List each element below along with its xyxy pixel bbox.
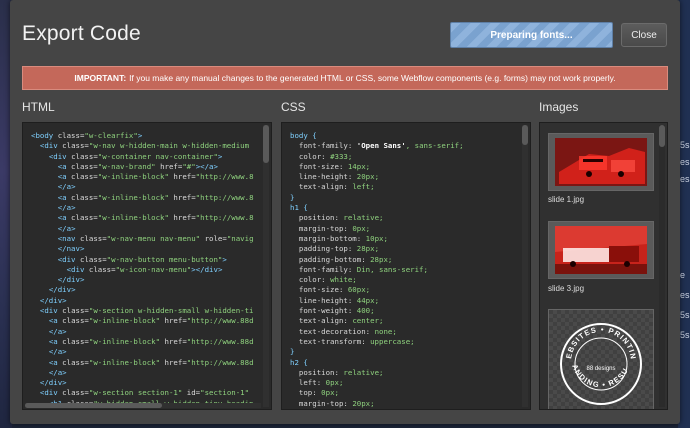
html-code-line: <a class="w-inline-block" href="http://w… (48, 316, 254, 326)
slide-1-image (549, 134, 653, 190)
css-code-line: text-align: left; (298, 182, 375, 192)
warning-text: If you make any manual changes to the ge… (129, 73, 616, 83)
html-code-line: <a class="w-inline-block" href="http://w… (57, 172, 254, 182)
html-horizontal-scrollbar[interactable] (25, 403, 261, 408)
background-text: es (680, 157, 690, 167)
html-vertical-scrollbar[interactable] (263, 125, 269, 407)
export-code-dialog: Export Code Preparing fonts... Close IMP… (10, 0, 680, 424)
css-code-line: text-decoration: none; (298, 326, 397, 336)
image-thumbnail-slide-3[interactable] (548, 221, 654, 279)
html-scroll-thumb[interactable] (263, 125, 269, 163)
css-code-line: padding-top: 28px; (298, 244, 380, 254)
images-panel[interactable]: slide 1.jpg slide 3.jpg EBSITES • PRINTI… (539, 122, 668, 410)
css-code-panel[interactable]: body { font-family: 'Open Sans', sans-se… (281, 122, 531, 410)
html-code-line: <a class="w-nav-brand" href="#"></a> (57, 161, 218, 171)
html-code-line: </a> (57, 182, 76, 192)
css-code-line: line-height: 20px; (298, 172, 380, 182)
html-code-text[interactable]: <body class="w-clearfix"> <div class="w-… (31, 131, 259, 410)
html-code-panel[interactable]: <body class="w-clearfix"> <div class="w-… (22, 122, 272, 410)
css-column-label: CSS (281, 100, 306, 114)
css-code-line: } (290, 192, 295, 202)
css-code-line: font-size: 14px; (298, 161, 371, 171)
css-code-line: font-weight: 400; (298, 306, 375, 316)
88-designs-logo-image: WEBSITES • PRINTING BRANDING • RESULTS 8… (545, 303, 653, 409)
html-code-line: </div> (57, 275, 85, 285)
image-caption-slide-1: slide 1.jpg (548, 195, 585, 204)
css-scroll-thumb[interactable] (522, 125, 528, 145)
html-hscroll-thumb[interactable] (25, 403, 162, 408)
css-code-line: top: 0px; (298, 388, 339, 398)
html-code-line: </a> (57, 223, 76, 233)
images-scroll-thumb[interactable] (659, 125, 665, 147)
background-text: 5s (680, 140, 690, 150)
css-code-line: font-family: 'Open Sans', sans-serif; (298, 141, 464, 151)
css-code-line: color: white; (298, 275, 357, 285)
css-code-text[interactable]: body { font-family: 'Open Sans', sans-se… (290, 131, 518, 410)
css-code-line: font-size: 60px; (298, 285, 371, 295)
html-code-line: <nav class="w-nav-menu nav-menu" role="n… (57, 233, 254, 243)
html-code-line: <div class="w-section w-hidden-small w-h… (39, 306, 254, 316)
background-text: es (680, 174, 690, 184)
css-code-line: } (290, 347, 295, 357)
html-code-line: </div> (48, 285, 76, 295)
html-code-line: </a> (57, 203, 76, 213)
important-warning-banner: IMPORTANT: If you make any manual change… (22, 66, 668, 90)
css-code-line: text-align: center; (298, 316, 384, 326)
html-code-line: <div class="w-nav w-hidden-main w-hidden… (39, 141, 250, 151)
image-caption-slide-3: slide 3.jpg (548, 284, 585, 293)
html-code-line: </div> (39, 378, 67, 388)
html-code-line: <div class="w-container scoller-containe… (31, 409, 259, 410)
image-thumbnail-logo[interactable]: WEBSITES • PRINTING BRANDING • RESULTS 8… (545, 303, 654, 409)
background-text: es (680, 290, 690, 300)
css-code-line: position: relative; (298, 213, 384, 223)
css-code-line: font-family: Din, sans-serif; (298, 264, 428, 274)
css-vertical-scrollbar[interactable] (522, 125, 528, 407)
css-code-line: padding-bottom: 28px; (298, 254, 393, 264)
css-code-line: margin-top: 0px; (298, 223, 371, 233)
css-code-line: text-transform: uppercase; (298, 336, 415, 346)
html-code-line: <div class="w-container nav-container"> (48, 151, 223, 161)
html-code-line: </a> (48, 347, 67, 357)
html-code-line: <body class="w-clearfix"> (31, 131, 143, 140)
css-code-line: line-height: 44px; (298, 295, 380, 305)
slide-3-image (549, 222, 653, 278)
close-button[interactable]: Close (621, 23, 667, 47)
html-code-line: <a class="w-inline-block" href="http://w… (57, 192, 254, 202)
css-code-line: position: relative; (298, 367, 384, 377)
preparing-fonts-progress: Preparing fonts... (450, 22, 613, 48)
html-code-line: </div> (39, 295, 67, 305)
images-column-label: Images (539, 100, 579, 114)
images-vertical-scrollbar[interactable] (659, 125, 665, 407)
background-text: e (680, 270, 686, 280)
html-code-line: </nav> (57, 244, 85, 254)
html-code-line: </a> (48, 326, 67, 336)
css-code-line: margin-bottom: 10px; (298, 233, 388, 243)
background-text: 5s (680, 330, 690, 340)
css-code-line: margin-top: 20px; (298, 398, 375, 408)
css-code-line: left: 0px; (298, 378, 344, 388)
html-column-label: HTML (22, 100, 55, 114)
logo-center-text: 88 designs (586, 366, 615, 372)
html-code-line: <a class="w-inline-block" href="http://w… (48, 357, 254, 367)
html-code-line: <a class="w-inline-block" href="http://w… (48, 336, 254, 346)
html-code-line: <div class="w-section section-1" id="sec… (39, 388, 250, 398)
image-thumbnail-slide-1[interactable] (548, 133, 654, 191)
css-code-line: color: #333; (298, 151, 353, 161)
css-code-line: h2 { (290, 357, 308, 367)
html-code-line: <a class="w-inline-block" href="http://w… (57, 213, 254, 223)
css-code-line: h1 { (290, 203, 308, 213)
html-code-line: <div class="w-icon-nav-menu"></div> (66, 264, 223, 274)
css-code-line: body { (290, 131, 317, 140)
html-code-line: </a> (48, 367, 67, 377)
background-text: 5s (680, 310, 690, 320)
dialog-title: Export Code (22, 22, 141, 45)
warning-strong: IMPORTANT: (74, 73, 127, 83)
html-code-line: <div class="w-nav-button menu-button"> (57, 254, 227, 264)
css-code-line: margin-bottom: 10px; (290, 409, 518, 410)
